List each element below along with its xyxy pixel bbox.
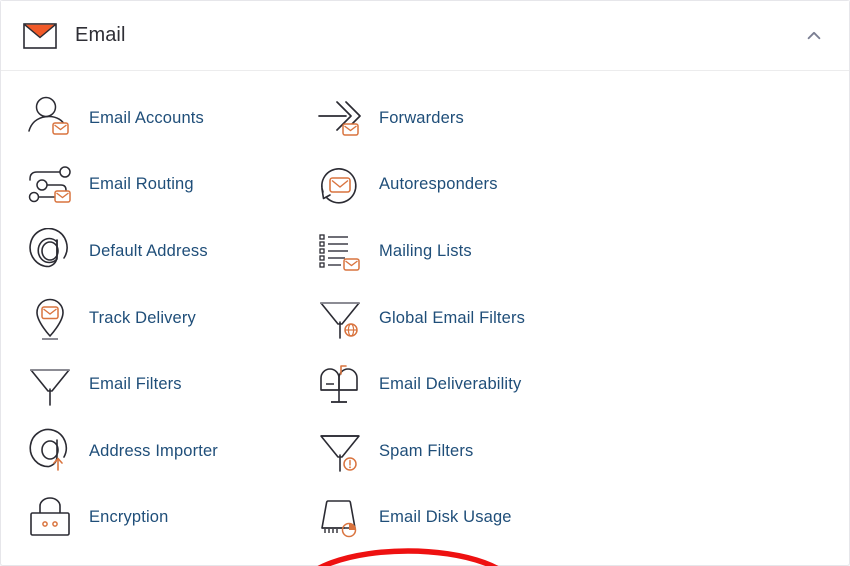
email-item-email-disk-usage[interactable]: Email Disk Usage bbox=[305, 485, 849, 552]
email-item-address-importer[interactable]: Address Importer bbox=[15, 418, 305, 485]
funnel-globe-icon bbox=[313, 293, 367, 343]
email-item-label: Default Address bbox=[89, 241, 208, 260]
chevron-up-icon[interactable] bbox=[799, 21, 829, 51]
email-section-card: Email Email Accounts Forwarders Email Ro… bbox=[0, 0, 850, 566]
email-item-email-accounts[interactable]: Email Accounts bbox=[15, 85, 305, 152]
email-item-mailing-lists[interactable]: Mailing Lists bbox=[305, 218, 849, 285]
envelope-icon bbox=[23, 22, 57, 49]
map-pin-envelope-icon bbox=[23, 293, 77, 343]
email-item-email-routing[interactable]: Email Routing bbox=[15, 152, 305, 219]
email-item-autoresponders[interactable]: Autoresponders bbox=[305, 152, 849, 219]
email-item-label: Email Accounts bbox=[89, 108, 204, 127]
card-body: Email Accounts Forwarders Email Routing … bbox=[1, 71, 849, 566]
email-item-label: Address Importer bbox=[89, 441, 218, 460]
routing-nodes-icon bbox=[23, 160, 77, 210]
email-item-track-delivery[interactable]: Track Delivery bbox=[15, 285, 305, 352]
mailbox-icon bbox=[313, 360, 367, 410]
page-title: Email bbox=[75, 24, 126, 46]
email-item-label: Email Filters bbox=[89, 375, 182, 394]
funnel-icon bbox=[23, 360, 77, 410]
card-header: Email bbox=[1, 1, 849, 71]
email-item-forwarders[interactable]: Forwarders bbox=[305, 85, 849, 152]
email-item-spam-filters[interactable]: Spam Filters bbox=[305, 418, 849, 485]
email-item-label: Autoresponders bbox=[379, 175, 498, 194]
email-item-label: Email Disk Usage bbox=[379, 508, 512, 527]
loop-envelope-icon bbox=[313, 160, 367, 210]
email-item-label: Track Delivery bbox=[89, 308, 196, 327]
funnel-alert-icon bbox=[313, 426, 367, 476]
email-item-label: Global Email Filters bbox=[379, 308, 526, 327]
email-item-label: Email Routing bbox=[89, 175, 194, 194]
email-item-label: Spam Filters bbox=[379, 441, 474, 460]
padlock-icon bbox=[23, 493, 77, 543]
email-item-label: Mailing Lists bbox=[379, 241, 472, 260]
email-item-label: Email Deliverability bbox=[379, 375, 522, 394]
email-item-label: Encryption bbox=[89, 508, 169, 527]
email-item-label: Forwarders bbox=[379, 108, 464, 127]
at-sign-upload-icon bbox=[23, 426, 77, 476]
email-item-default-address[interactable]: Default Address bbox=[15, 218, 305, 285]
arrow-forward-icon bbox=[313, 93, 367, 143]
disk-pie-icon bbox=[313, 493, 367, 543]
at-sign-icon bbox=[23, 226, 77, 276]
email-feature-grid: Email Accounts Forwarders Email Routing … bbox=[1, 85, 849, 551]
email-item-email-filters[interactable]: Email Filters bbox=[15, 351, 305, 418]
user-envelope-icon bbox=[23, 93, 77, 143]
email-item-encryption[interactable]: Encryption bbox=[15, 485, 305, 552]
list-envelope-icon bbox=[313, 226, 367, 276]
email-item-email-deliverability[interactable]: Email Deliverability bbox=[305, 351, 849, 418]
email-item-global-email-filters[interactable]: Global Email Filters bbox=[305, 285, 849, 352]
